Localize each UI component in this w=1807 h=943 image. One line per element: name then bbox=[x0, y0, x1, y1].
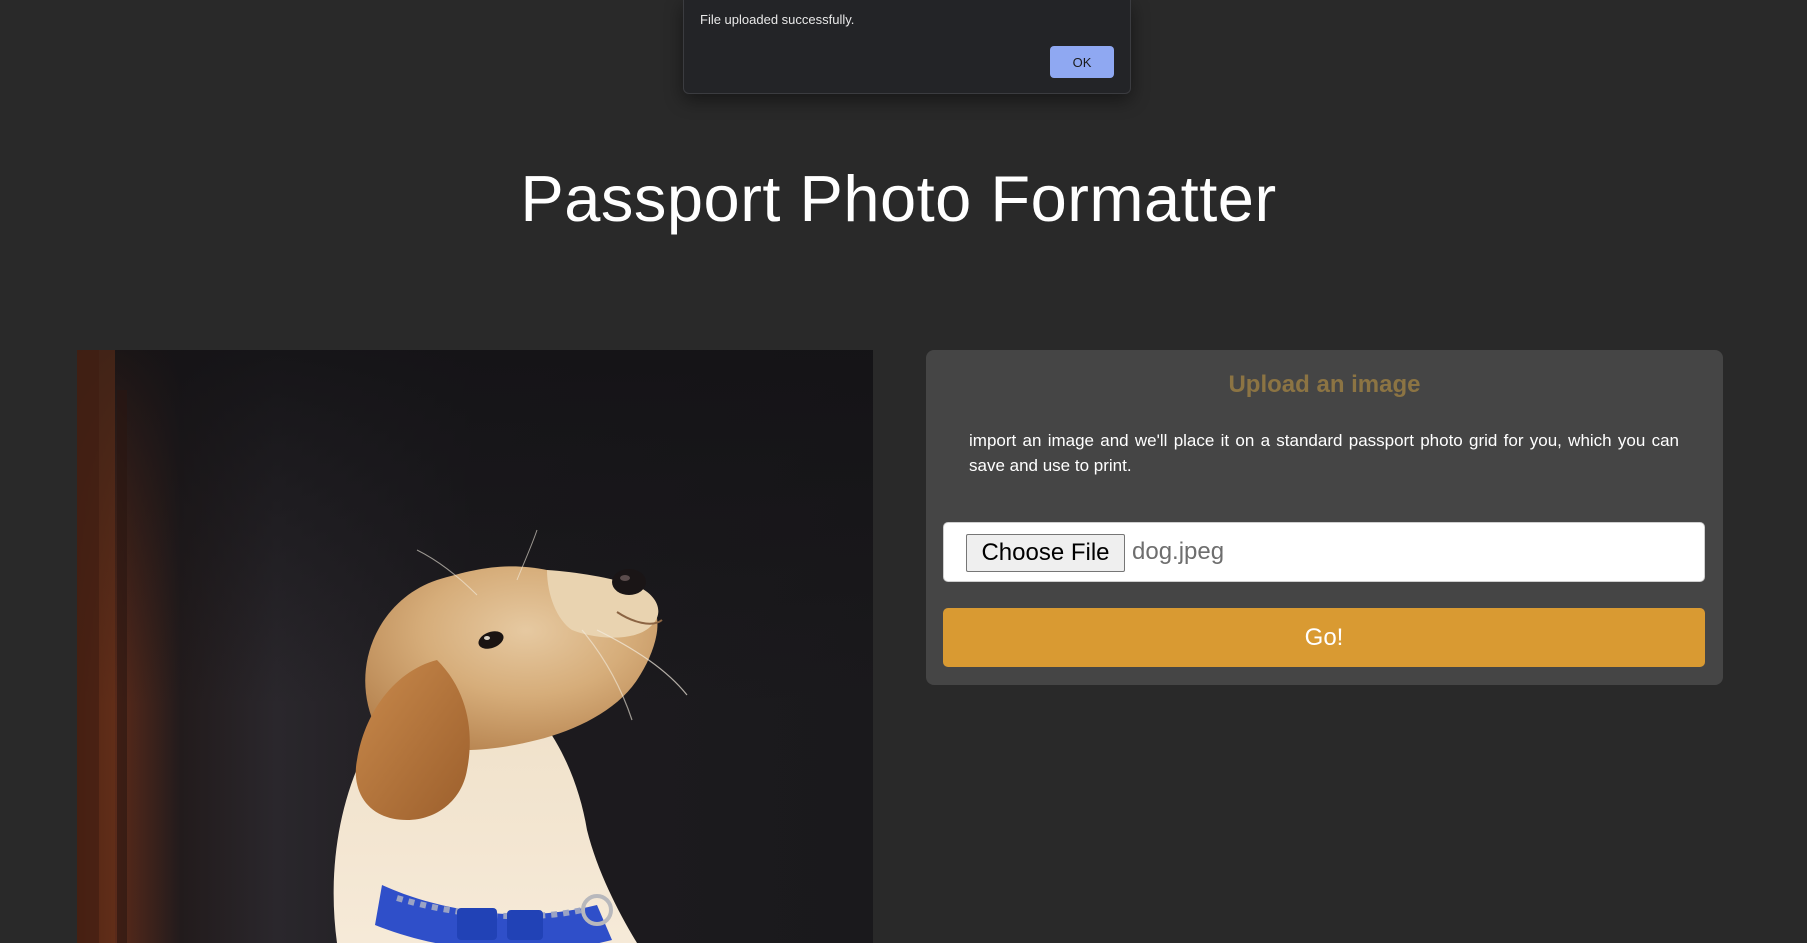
selected-file-name: dog.jpeg bbox=[1132, 538, 1225, 565]
go-button[interactable]: Go! bbox=[943, 608, 1705, 667]
page-title: Passport Photo Formatter bbox=[520, 162, 1277, 235]
alert-dialog: File uploaded successfully. OK bbox=[683, 0, 1131, 94]
choose-file-button[interactable]: Choose File bbox=[966, 534, 1125, 572]
upload-card-description: import an image and we'll place it on a … bbox=[969, 431, 1679, 475]
alert-message: File uploaded successfully. bbox=[700, 12, 855, 27]
upload-card-title: Upload an image bbox=[1228, 371, 1421, 398]
alert-ok-button[interactable]: OK bbox=[1050, 46, 1114, 78]
file-input[interactable]: Choose File dog.jpeg bbox=[943, 522, 1705, 582]
dog-photo bbox=[77, 350, 873, 943]
photo-preview bbox=[77, 350, 873, 943]
upload-card: Upload an image import an image and we'l… bbox=[926, 350, 1723, 685]
page: File uploaded successfully. OK Passport … bbox=[0, 0, 1807, 943]
